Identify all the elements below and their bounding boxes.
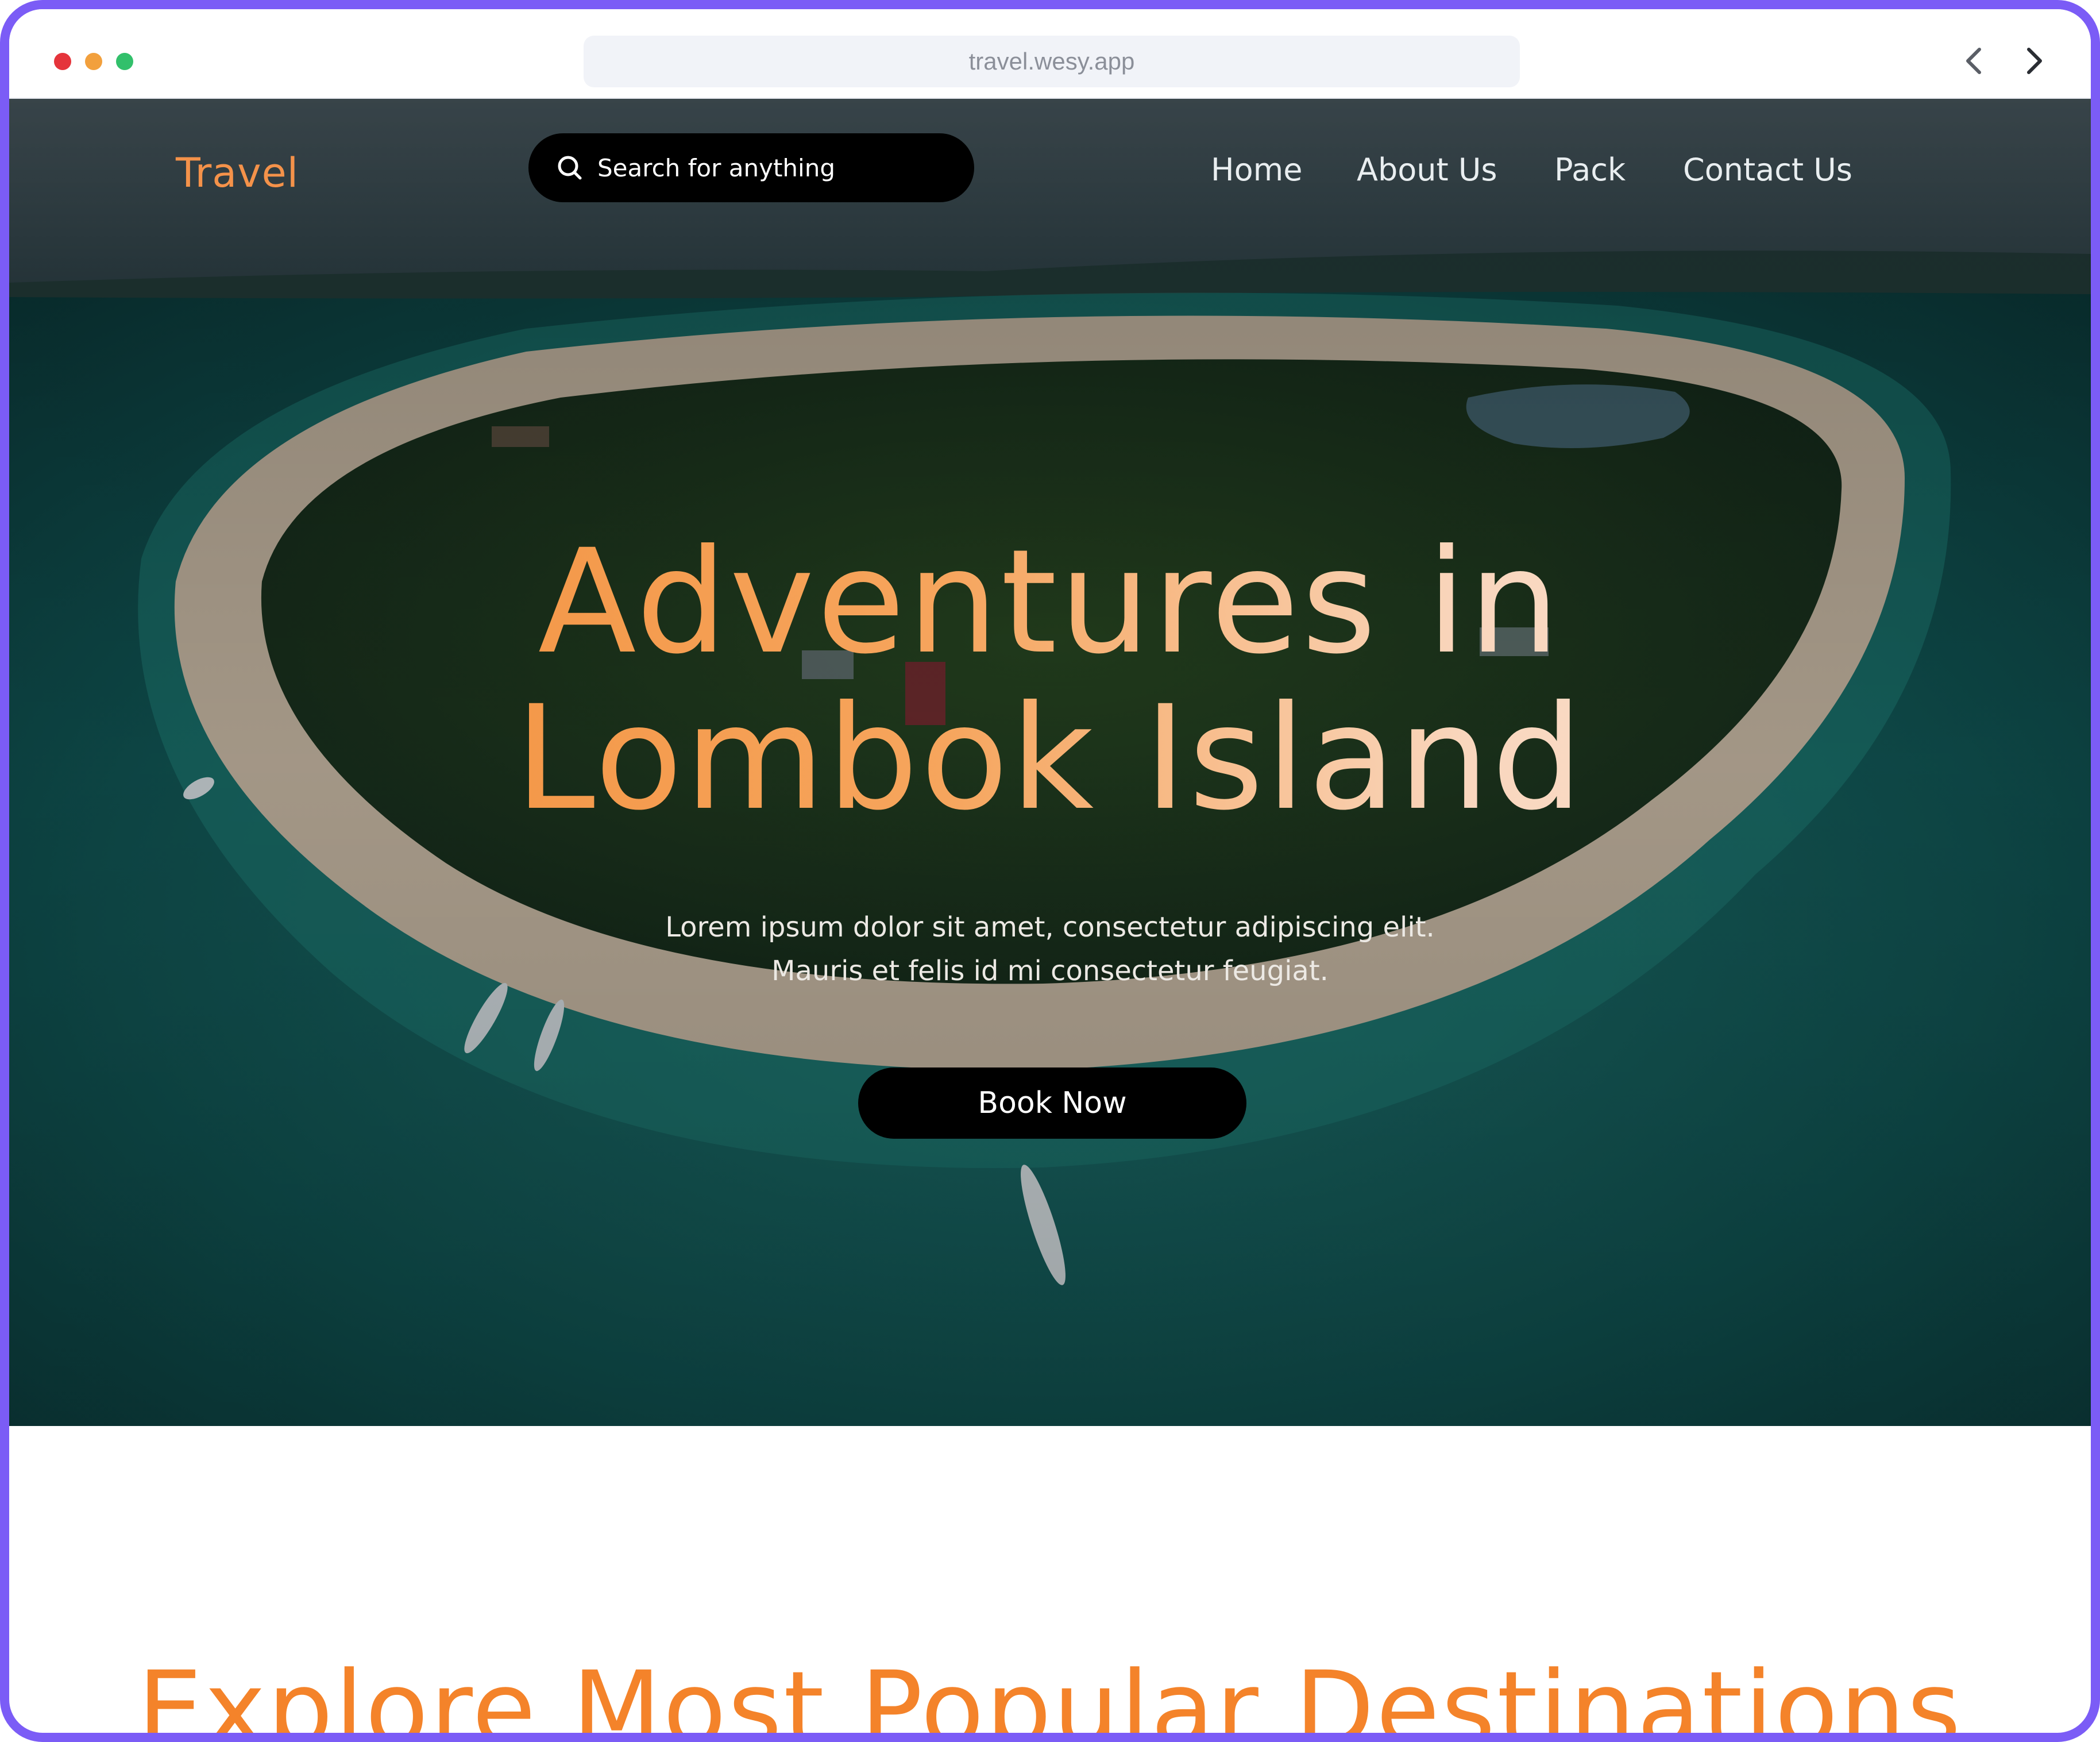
- nav-link-pack[interactable]: Pack: [1554, 152, 1626, 188]
- search-placeholder: Search for anything: [597, 153, 835, 182]
- nav-link-home[interactable]: Home: [1211, 152, 1302, 188]
- window-minimize-dot[interactable]: [85, 53, 102, 70]
- address-bar[interactable]: travel.wesy.app: [584, 36, 1520, 87]
- browser-window: travel.wesy.app Travel Search for anythi…: [0, 0, 2100, 1742]
- hero-description-line1: Lorem ipsum dolor sit amet, consectetur …: [665, 911, 1435, 943]
- hero-description: Lorem ipsum dolor sit amet, consectetur …: [9, 905, 2091, 993]
- nav-link-contact-us[interactable]: Contact Us: [1683, 152, 1852, 188]
- book-now-button[interactable]: Book Now: [858, 1067, 1246, 1139]
- nav-link-about-us[interactable]: About Us: [1357, 152, 1497, 188]
- chevron-left-icon[interactable]: [1959, 44, 1990, 78]
- window-maximize-dot[interactable]: [116, 53, 133, 70]
- chevron-right-icon[interactable]: [2018, 44, 2049, 78]
- hero-section: Travel Search for anything Home About Us…: [9, 99, 2091, 1426]
- hero-description-line2: Mauris et felis id mi consectetur feugia…: [771, 955, 1329, 987]
- search-input[interactable]: Search for anything: [528, 133, 974, 202]
- hero-title: Adventures in Lombok Island: [9, 524, 2091, 837]
- section-title: Explore Most Popular Destinations: [137, 1649, 1963, 1742]
- site-logo[interactable]: Travel: [176, 149, 299, 196]
- browser-toolbar: travel.wesy.app: [9, 9, 2091, 99]
- hero-title-line1: Adventures in: [538, 518, 1562, 685]
- address-bar-url: travel.wesy.app: [968, 48, 1135, 75]
- search-icon: [558, 156, 582, 180]
- window-close-dot[interactable]: [54, 53, 71, 70]
- hero-title-line2: Lombok Island: [515, 675, 1585, 842]
